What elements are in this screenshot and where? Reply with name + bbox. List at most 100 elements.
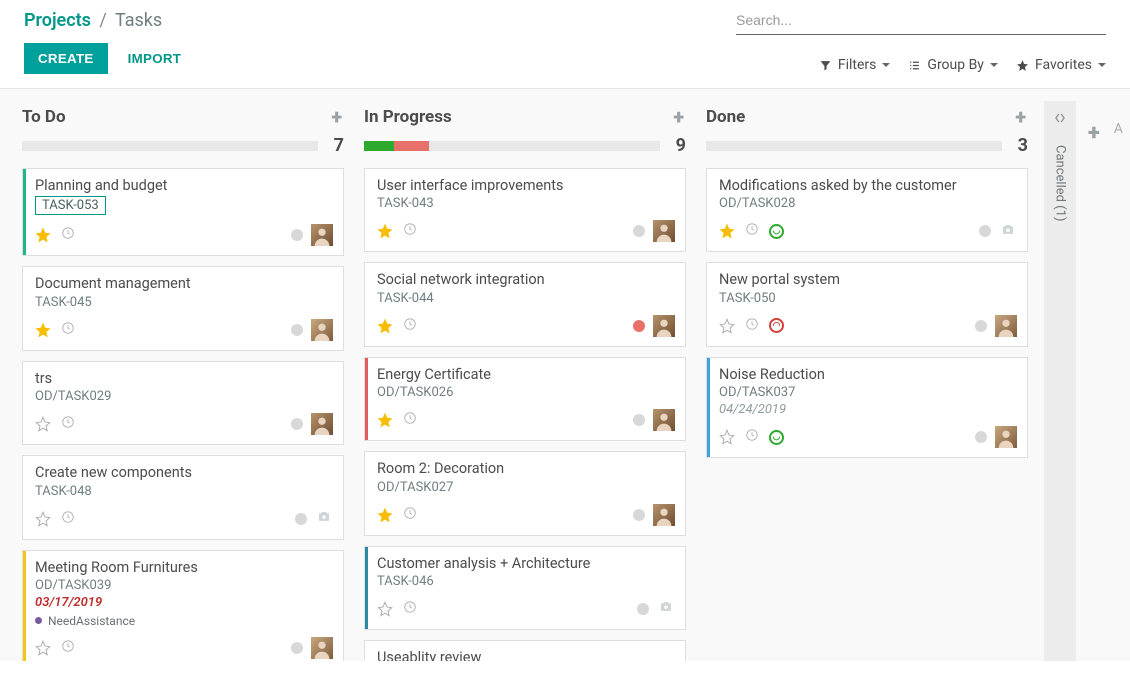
star-toggle[interactable] <box>377 507 393 523</box>
favorites-dropdown[interactable]: Favorites <box>1016 57 1106 73</box>
clock-icon[interactable] <box>61 226 75 244</box>
task-card[interactable]: Social network integrationTASK-044 <box>364 262 686 346</box>
star-toggle[interactable] <box>377 223 393 239</box>
add-card-button[interactable]: + <box>673 105 684 129</box>
avatar[interactable] <box>995 426 1017 448</box>
avatar[interactable] <box>653 409 675 431</box>
task-card[interactable]: Modifications asked by the customerOD/TA… <box>706 168 1028 252</box>
avatar[interactable] <box>311 319 333 341</box>
task-card[interactable]: User interface improvements TASK-043 <box>364 168 686 252</box>
avatar[interactable] <box>311 224 333 246</box>
status-dot[interactable] <box>295 513 307 525</box>
clock-icon[interactable] <box>403 506 417 524</box>
task-card[interactable]: Noise ReductionOD/TASK03704/24/2019◡ <box>706 357 1028 458</box>
smiley-happy-icon[interactable]: ◡ <box>769 430 784 445</box>
avatar[interactable] <box>311 637 333 659</box>
star-toggle[interactable] <box>35 322 51 338</box>
status-dot[interactable] <box>979 225 991 237</box>
task-card[interactable]: New portal systemTASK-050◠ <box>706 262 1028 346</box>
smiley-sad-icon[interactable]: ◠ <box>769 318 784 333</box>
task-ref: TASK-048 <box>35 484 333 499</box>
task-ref: TASK-043 <box>377 196 675 211</box>
list-icon <box>908 59 921 72</box>
star-toggle[interactable] <box>35 511 51 527</box>
clock-icon[interactable] <box>403 600 417 618</box>
breadcrumb-projects-link[interactable]: Projects <box>24 10 91 31</box>
clock-icon[interactable] <box>403 411 417 429</box>
star-toggle[interactable] <box>35 416 51 432</box>
clock-icon[interactable] <box>61 510 75 528</box>
star-toggle[interactable] <box>719 318 735 334</box>
column-count: 7 <box>334 135 344 156</box>
task-card[interactable]: Useablity review <box>364 640 686 661</box>
task-title: Useablity review <box>377 649 675 661</box>
star-toggle[interactable] <box>377 601 393 617</box>
task-title: Modifications asked by the customer <box>719 177 1017 194</box>
status-dot[interactable] <box>633 320 645 332</box>
status-dot[interactable] <box>291 642 303 654</box>
column-cancelled-collapsed[interactable]: Cancelled (1) <box>1044 101 1076 661</box>
task-card[interactable]: Create new components TASK-048 <box>22 455 344 539</box>
expand-icon <box>1053 111 1067 129</box>
add-column[interactable]: + A <box>1088 101 1126 661</box>
task-ref: TASK-046 <box>377 574 675 589</box>
status-dot[interactable] <box>291 324 303 336</box>
star-toggle[interactable] <box>35 227 51 243</box>
task-card[interactable]: Energy CertificateOD/TASK026 <box>364 357 686 441</box>
group-by-label: Group By <box>927 57 984 73</box>
task-card[interactable]: Room 2: DecorationOD/TASK027 <box>364 451 686 535</box>
avatar[interactable] <box>653 504 675 526</box>
task-card[interactable]: trsOD/TASK029 <box>22 361 344 445</box>
star-toggle[interactable] <box>719 223 735 239</box>
status-dot[interactable] <box>975 320 987 332</box>
task-card[interactable]: Document managementTASK-045 <box>22 266 344 350</box>
task-card[interactable]: Meeting Room FurnituresOD/TASK03903/17/2… <box>22 550 344 661</box>
status-dot[interactable] <box>633 225 645 237</box>
status-dot[interactable] <box>291 229 303 241</box>
task-ref: OD/TASK026 <box>377 385 675 400</box>
group-by-dropdown[interactable]: Group By <box>908 57 998 73</box>
star-toggle[interactable] <box>719 429 735 445</box>
clock-icon[interactable] <box>61 321 75 339</box>
task-card[interactable]: Planning and budgetTASK-053 <box>22 168 344 256</box>
add-card-button[interactable]: + <box>331 105 342 129</box>
star-toggle[interactable] <box>377 412 393 428</box>
collapsed-column-label: Cancelled (1) <box>1053 145 1068 221</box>
status-dot[interactable] <box>633 509 645 521</box>
task-title: User interface improvements <box>377 177 675 194</box>
filters-dropdown[interactable]: Filters <box>819 57 891 73</box>
status-dot[interactable] <box>291 418 303 430</box>
kanban-board: To Do + 7 Planning and budgetTASK-053 Doc… <box>0 88 1130 661</box>
column-done: Done + 3 Modifications asked by the cust… <box>702 101 1032 661</box>
task-title: Create new components <box>35 464 333 481</box>
clock-icon[interactable] <box>745 317 759 335</box>
star-toggle[interactable] <box>35 640 51 656</box>
avatar[interactable] <box>995 315 1017 337</box>
task-card[interactable]: Customer analysis + ArchitectureTASK-046 <box>364 546 686 630</box>
clock-icon[interactable] <box>61 415 75 433</box>
smiley-happy-icon[interactable]: ◡ <box>769 224 784 239</box>
task-ref: OD/TASK037 <box>719 385 1017 400</box>
avatar[interactable] <box>311 413 333 435</box>
avatar[interactable] <box>653 220 675 242</box>
clock-icon[interactable] <box>745 428 759 446</box>
search-input[interactable] <box>736 10 1106 34</box>
filters-label: Filters <box>838 57 877 73</box>
column-title: To Do <box>22 107 66 127</box>
clock-icon[interactable] <box>403 317 417 335</box>
task-date: 04/24/2019 <box>719 402 1017 417</box>
create-button[interactable]: CREATE <box>24 43 108 74</box>
camera-icon <box>315 509 333 528</box>
task-title: Social network integration <box>377 271 675 288</box>
avatar[interactable] <box>653 315 675 337</box>
clock-icon[interactable] <box>61 639 75 657</box>
star-toggle[interactable] <box>377 318 393 334</box>
clock-icon[interactable] <box>745 222 759 240</box>
task-ref: OD/TASK029 <box>35 389 333 404</box>
import-button[interactable]: IMPORT <box>122 50 188 67</box>
clock-icon[interactable] <box>403 222 417 240</box>
status-dot[interactable] <box>975 431 987 443</box>
add-card-button[interactable]: + <box>1015 105 1026 129</box>
status-dot[interactable] <box>633 414 645 426</box>
status-dot[interactable] <box>637 603 649 615</box>
